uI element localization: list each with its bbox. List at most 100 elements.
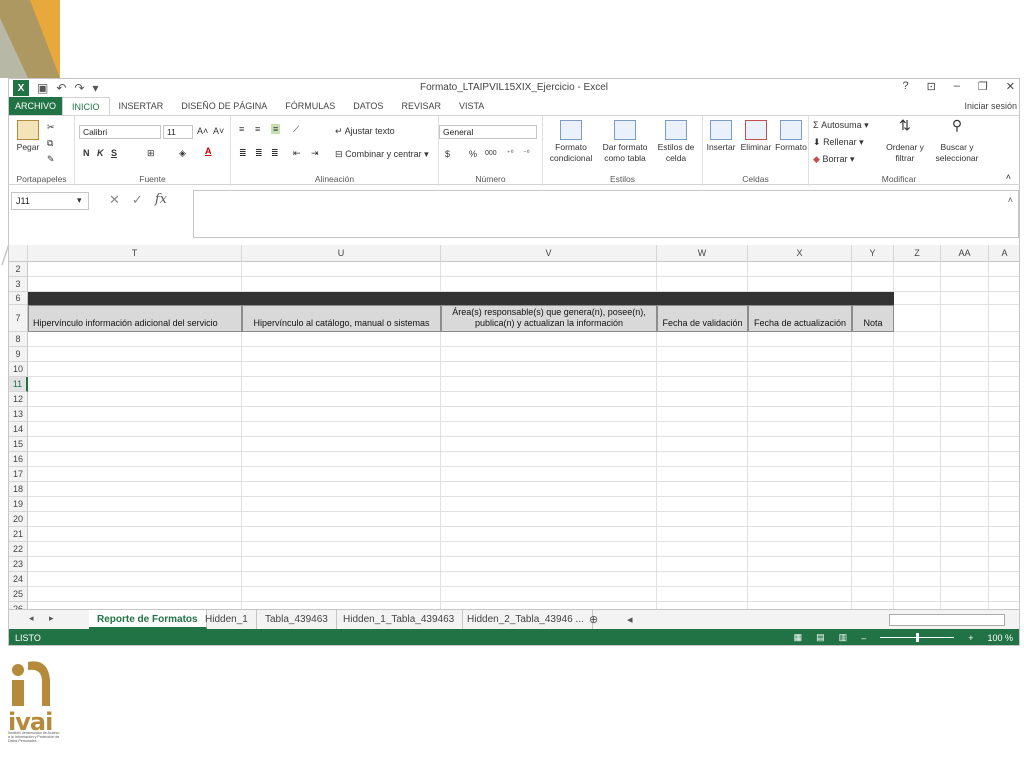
zoom-in-icon[interactable]: +	[968, 633, 973, 643]
underline-button[interactable]: S	[111, 148, 117, 158]
sheet-tab-reporte[interactable]: Reporte de Formatos	[89, 610, 207, 629]
row-header-23[interactable]: 23	[9, 557, 28, 572]
collapse-ribbon-icon[interactable]: ˄	[1006, 172, 1011, 182]
increase-decimal-icon[interactable]: ⁺⁰	[507, 149, 514, 157]
sheet-tab-hidden-2-tabla[interactable]: Hidden_2_Tabla_43946 ...	[459, 610, 593, 629]
row-header-16[interactable]: 16	[9, 452, 28, 467]
row-header-9[interactable]: 9	[9, 347, 28, 362]
format-cells-button[interactable]: Formato	[775, 120, 807, 153]
column-header-u[interactable]: U	[242, 245, 441, 262]
row-header-17[interactable]: 17	[9, 467, 28, 482]
align-right-icon[interactable]: ≣	[271, 148, 279, 159]
font-size-combo[interactable]: 11	[163, 125, 193, 139]
expand-formula-icon[interactable]: ˄	[1008, 195, 1013, 205]
page-break-icon[interactable]: ▥	[839, 632, 848, 643]
zoom-slider[interactable]	[880, 633, 955, 642]
row-header-3[interactable]: 3	[9, 277, 28, 292]
sheet-tab-tabla[interactable]: Tabla_439463	[257, 610, 337, 629]
row-header-18[interactable]: 18	[9, 482, 28, 497]
row-header-24[interactable]: 24	[9, 572, 28, 587]
header-cell-u[interactable]: Hipervínculo al catálogo, manual o siste…	[242, 305, 441, 332]
zoom-out-icon[interactable]: –	[861, 633, 866, 643]
wrap-text-button[interactable]: ↵ Ajustar texto	[335, 126, 395, 137]
copy-icon[interactable]: ⧉	[47, 138, 53, 149]
tab-revisar[interactable]: REVISAR	[392, 97, 450, 115]
worksheet-grid[interactable]: T U V W X Y Z AA A 2 3 6 7 8 9 10 11 12 13 14 15 16 17 18 19 20 21…	[9, 245, 1019, 609]
cut-icon[interactable]: ✂	[47, 122, 55, 133]
align-center-icon[interactable]: ≣	[255, 148, 263, 159]
row-header-20[interactable]: 20	[9, 512, 28, 527]
row-header-26[interactable]: 26	[9, 602, 28, 609]
ribbon-display-icon[interactable]: ⊡	[927, 80, 936, 93]
paste-button[interactable]: Pegar	[13, 120, 43, 153]
tab-inicio[interactable]: INICIO	[62, 97, 110, 115]
align-bottom-icon[interactable]: ≡	[271, 124, 281, 134]
column-header-a[interactable]: A	[989, 245, 1019, 262]
merge-center-button[interactable]: ⊟ Combinar y centrar ▾	[335, 149, 429, 160]
column-header-y[interactable]: Y	[852, 245, 894, 262]
decrease-indent-icon[interactable]: ⇤	[293, 148, 301, 159]
column-header-v[interactable]: V	[441, 245, 657, 262]
restore-icon[interactable]: ❐	[978, 80, 988, 93]
fill-color-icon[interactable]: ◈	[179, 148, 186, 159]
normal-view-icon[interactable]: ▦	[794, 632, 803, 643]
find-select-button[interactable]: ⚲ Buscar y seleccionar	[929, 118, 985, 164]
cancel-icon[interactable]: ✕	[109, 192, 120, 208]
next-sheet-icon[interactable]: ▸	[49, 613, 54, 624]
font-color-icon[interactable]: A	[205, 146, 212, 156]
row-header-2[interactable]: 2	[9, 262, 28, 277]
column-header-t[interactable]: T	[28, 245, 242, 262]
borders-icon[interactable]: ⊞	[147, 148, 155, 159]
autosum-button[interactable]: Σ Autosuma ▾	[813, 120, 869, 131]
minimize-icon[interactable]: –	[954, 80, 960, 93]
row-header-19[interactable]: 19	[9, 497, 28, 512]
column-header-x[interactable]: X	[748, 245, 852, 262]
scroll-left-icon[interactable]: ◂	[627, 613, 633, 626]
select-all-corner[interactable]	[9, 245, 28, 262]
row-header-14[interactable]: 14	[9, 422, 28, 437]
help-icon[interactable]: ?	[902, 80, 908, 93]
page-layout-icon[interactable]: ▤	[816, 632, 825, 643]
row-header-11[interactable]: 11	[9, 377, 28, 392]
row-header-15[interactable]: 15	[9, 437, 28, 452]
close-icon[interactable]: ✕	[1006, 80, 1015, 93]
increase-indent-icon[interactable]: ⇥	[311, 148, 319, 159]
fill-button[interactable]: ⬇ Rellenar ▾	[813, 137, 864, 148]
header-cell-x[interactable]: Fecha de actualización	[748, 305, 852, 332]
row-header-22[interactable]: 22	[9, 542, 28, 557]
column-header-z[interactable]: Z	[894, 245, 941, 262]
row-header-7[interactable]: 7	[9, 305, 28, 332]
header-cell-w[interactable]: Fecha de validación	[657, 305, 748, 332]
conditional-format-button[interactable]: Formato condicional	[545, 120, 597, 164]
row-header-10[interactable]: 10	[9, 362, 28, 377]
row-header-13[interactable]: 13	[9, 407, 28, 422]
shrink-font-icon[interactable]: A˅	[213, 126, 224, 136]
delete-cells-button[interactable]: Eliminar	[739, 120, 773, 153]
currency-button[interactable]: $	[445, 149, 450, 159]
formula-input[interactable]	[193, 190, 1019, 238]
header-cell-y[interactable]: Nota	[852, 305, 894, 332]
row-header-25[interactable]: 25	[9, 587, 28, 602]
zoom-level[interactable]: 100 %	[987, 633, 1013, 643]
row-header-8[interactable]: 8	[9, 332, 28, 347]
orientation-icon[interactable]: ⟋	[293, 124, 299, 135]
bold-button[interactable]: N	[83, 148, 90, 158]
clear-button[interactable]: ◆ Borrar ▾	[813, 154, 854, 165]
sheet-tab-hidden-1[interactable]: Hidden_1	[197, 610, 257, 629]
italic-button[interactable]: K	[97, 148, 104, 158]
column-header-aa[interactable]: AA	[941, 245, 989, 262]
tab-archivo[interactable]: ARCHIVO	[9, 97, 63, 115]
enter-icon[interactable]: ✓	[132, 192, 143, 208]
percent-button[interactable]: %	[469, 149, 477, 159]
align-left-icon[interactable]: ≣	[239, 148, 247, 159]
horizontal-scrollbar[interactable]	[889, 614, 1005, 626]
tab-insertar[interactable]: INSERTAR	[110, 97, 173, 115]
align-top-icon[interactable]: ≡	[239, 124, 244, 134]
sort-filter-button[interactable]: ⇅ Ordenar y filtrar	[883, 118, 927, 164]
header-cell-t[interactable]: Hipervínculo información adicional del s…	[28, 305, 242, 332]
tab-vista[interactable]: VISTA	[450, 97, 493, 115]
sheet-tab-hidden-1-tabla[interactable]: Hidden_1_Tabla_439463	[335, 610, 464, 629]
insert-function-button[interactable]: fx	[155, 192, 167, 208]
column-header-w[interactable]: W	[657, 245, 748, 262]
cell-styles-button[interactable]: Estilos de celda	[653, 120, 699, 164]
